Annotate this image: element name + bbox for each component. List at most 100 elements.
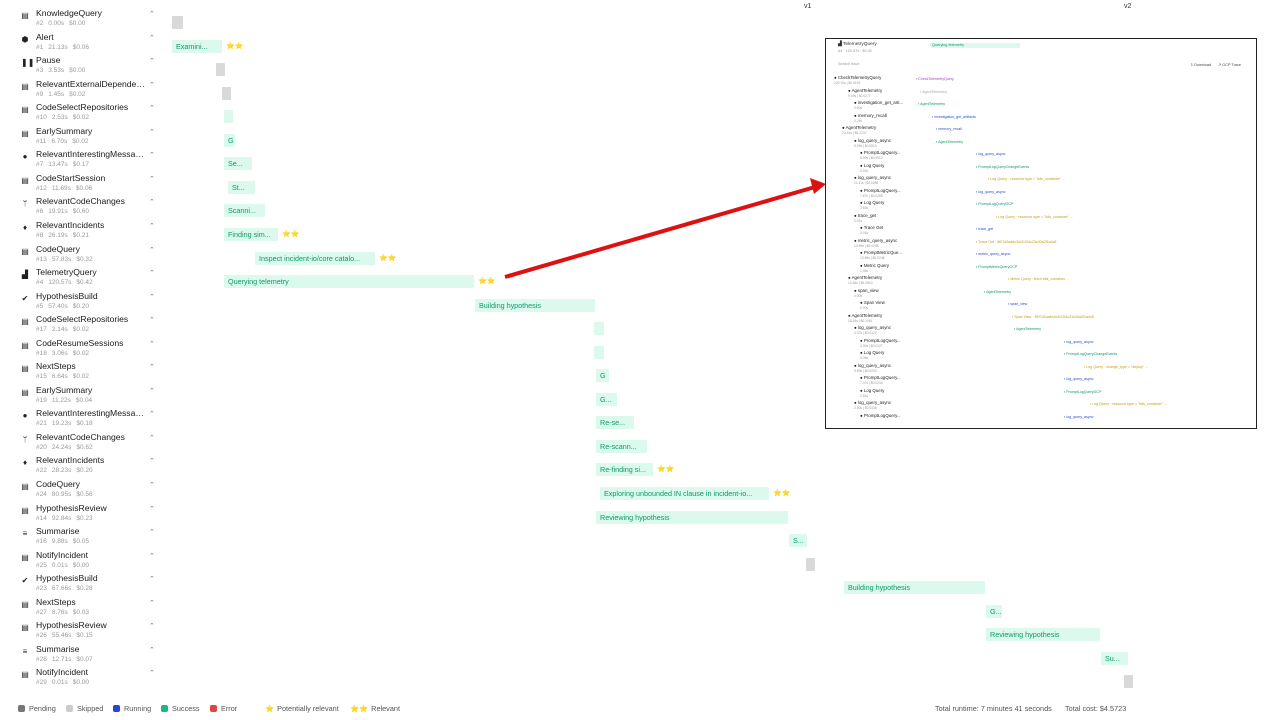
step-row[interactable]: ▤ NextSteps #27 8.76s $0.03 ⌃: [0, 597, 165, 621]
step-row[interactable]: ▤ EarlySummary #19 11.22s $0.04 ⌃: [0, 385, 165, 409]
expand-toggle-icon[interactable]: ⌃: [149, 129, 155, 137]
trace-span[interactable]: ▪ memory_recall: [936, 127, 962, 132]
trace-span[interactable]: ▪ span_view: [1008, 302, 1027, 307]
step-row[interactable]: ▤ HypothesisReview #14 92.84s $0.23 ⌃: [0, 503, 165, 527]
trace-span[interactable]: ▪ AgentTelemetry: [920, 90, 947, 95]
expand-toggle-icon[interactable]: ⌃: [149, 105, 155, 113]
expand-toggle-icon[interactable]: ⌃: [149, 576, 155, 584]
trace-span[interactable]: ▪ log_query_async: [1064, 340, 1093, 345]
timeline-bar[interactable]: Se...: [224, 157, 252, 171]
timeline-bar[interactable]: Exploring unbounded IN clause in inciden…: [600, 487, 769, 500]
step-row[interactable]: ▤ NotifyIncident #25 0.01s $0.00 ⌃: [0, 550, 165, 574]
step-row[interactable]: ▤ NextSteps #15 6.64s $0.02 ⌃: [0, 361, 165, 385]
trace-tree-node[interactable]: ● Log Query 3.63s: [860, 200, 884, 210]
trace-span[interactable]: ▪ AgentTelemetry: [936, 140, 963, 145]
expand-toggle-icon[interactable]: ⌃: [149, 82, 155, 90]
trace-tree-node[interactable]: ● PromptLogQuery... 7.37s | $0.0234: [860, 375, 901, 385]
trace-tree-node[interactable]: ● PromptMetricQue... 13.69s | $0.0248: [860, 250, 902, 260]
step-row[interactable]: ● RelevantInterestingMessages #7 13.47s $0.1…: [0, 149, 165, 173]
step-row[interactable]: ▤ EarlySummary #11 6.70s $0.02 ⌃: [0, 126, 165, 150]
trace-span[interactable]: ▪ Log Query · resource.type = "k8s_conta…: [996, 215, 1073, 220]
trace-span[interactable]: ▪ metric_query_async: [976, 252, 1010, 257]
trace-span[interactable]: ▪ log_query_async: [976, 152, 1005, 157]
trace-span[interactable]: ▪ Log Query · change_type = "deploy" ...: [1084, 365, 1148, 370]
trace-span[interactable]: ▪ PromptLogQueryGCP: [1064, 390, 1101, 395]
timeline-bar[interactable]: Building hypothesis: [844, 581, 985, 595]
trace-span[interactable]: ▪ PromptMetricQueryGCP: [976, 265, 1017, 270]
trace-tree-node[interactable]: ● log_query_async 4.37s | $0.0127: [854, 325, 891, 335]
timeline-bar[interactable]: G...: [596, 392, 617, 406]
step-row[interactable]: ▤ CodeResumeSessions #18 3.06s $0.02 ⌃: [0, 338, 165, 362]
trace-tree-node[interactable]: ● trace_get 0.01s: [854, 213, 876, 223]
trace-tab[interactable]: Querying telemetry: [930, 43, 1020, 48]
step-row[interactable]: ✔ HypothesisBuild #23 67.66s $0.28 ⌃: [0, 573, 165, 597]
step-row[interactable]: ▤ CodeSelectRepositories #17 2.14s $0.02 ⌃: [0, 314, 165, 338]
step-row[interactable]: ● RelevantInterestingMessages #21 19.23s $0.…: [0, 408, 165, 432]
expand-toggle-icon[interactable]: ⌃: [149, 553, 155, 561]
trace-tree-node[interactable]: ● CheckTelemetryQuery 120.10s | $0.4193: [834, 75, 881, 85]
expand-toggle-icon[interactable]: ⌃: [149, 223, 155, 231]
timeline-bar[interactable]: [224, 110, 233, 124]
trace-span[interactable]: ▪ Log Query · resource.type = "k8s_conta…: [988, 177, 1065, 182]
step-row[interactable]: ▤ CodeSelectRepositories #10 2.53s $0.02 ⌃: [0, 102, 165, 126]
trace-span[interactable]: ▪ trace_get: [976, 227, 993, 232]
timeline-bar[interactable]: [222, 86, 231, 100]
trace-tree-node[interactable]: ● PromptLogQuery... 4.30s | $0.0127: [860, 338, 901, 348]
trace-span[interactable]: ▪ CheckTelemetryQuery: [916, 77, 954, 82]
timeline-bar[interactable]: Finding sim...: [224, 227, 278, 241]
trace-tree-node[interactable]: ● AgentTelemetry 10.48s | $0.0510: [848, 275, 882, 285]
trace-span[interactable]: ▪ AgentTelemetry: [918, 102, 945, 107]
trace-tree-node[interactable]: ● log_query_async 2.90s | $0.0108: [854, 400, 891, 410]
expand-toggle-icon[interactable]: ⌃: [149, 388, 155, 396]
trace-span[interactable]: ▪ AgentTelemetry: [984, 290, 1011, 295]
trace-span[interactable]: ▪ PromptLogQueryChangeEvents: [976, 165, 1029, 170]
expand-toggle-icon[interactable]: ⌃: [149, 506, 155, 514]
step-row[interactable]: ▟ TelemetryQuery #4 120.57s $0.42 ⌃: [0, 267, 165, 291]
trace-span[interactable]: ▪ Log Query · resource.type = "k8s_conta…: [1090, 402, 1167, 407]
trace-span[interactable]: ▪ PromptLogQueryGCP: [976, 202, 1013, 207]
step-row[interactable]: ▤ NotifyIncident #29 0.01s $0.00 ⌃: [0, 667, 165, 691]
trace-span[interactable]: ▪ AgentTelemetry: [1014, 327, 1041, 332]
expand-toggle-icon[interactable]: ⌃: [149, 341, 155, 349]
timeline-bar[interactable]: [216, 63, 225, 77]
step-row[interactable]: ▤ KnowledgeQuery #2 0.00s $0.00 ⌃: [0, 8, 165, 32]
expand-toggle-icon[interactable]: ⌃: [149, 364, 155, 372]
timeline-bar[interactable]: Building hypothesis: [475, 298, 595, 312]
timeline-bar[interactable]: G...: [986, 604, 1002, 618]
step-row[interactable]: ᛘ RelevantCodeChanges #20 24.24s $0.62 ⌃: [0, 432, 165, 456]
timeline-bar[interactable]: S...: [789, 534, 807, 548]
step-row[interactable]: ▤ RelevantExternalDependencies #9 1.45s $0.0…: [0, 79, 165, 103]
expand-toggle-icon[interactable]: ⌃: [149, 152, 155, 160]
trace-tree-node[interactable]: ● AgentTelemetry 23.44s | $0.1237: [842, 125, 876, 135]
trace-tree-node[interactable]: ● log_query_async 9.89s | $0.0234: [854, 363, 891, 373]
step-row[interactable]: ❚❚ Pause #3 3.53s $0.00 ⌃: [0, 55, 165, 79]
trace-span[interactable]: ▪ log_query_async: [1064, 415, 1093, 420]
trace-tree-node[interactable]: ● Metric Query 1.04s: [860, 263, 889, 273]
timeline-bar[interactable]: Scanni...: [224, 204, 265, 218]
timeline-bar[interactable]: Reviewing hypothesis: [596, 510, 788, 524]
trace-tree-node[interactable]: ● memory_recall 0.24s: [854, 113, 887, 123]
step-row[interactable]: ▤ CodeQuery #13 57.83s $0.32 ⌃: [0, 244, 165, 268]
expand-toggle-icon[interactable]: ⌃: [149, 458, 155, 466]
trace-tree-node[interactable]: ● Span View 0.00s: [860, 300, 885, 310]
download-button[interactable]: ⇩ Download: [1190, 62, 1211, 67]
timeline-bar[interactable]: [172, 16, 183, 29]
expand-toggle-icon[interactable]: ⌃: [149, 670, 155, 678]
timeline-bar[interactable]: [594, 322, 604, 336]
expand-toggle-icon[interactable]: ⌃: [149, 411, 155, 419]
step-row[interactable]: ✔ HypothesisBuild #5 57.40s $0.20 ⌃: [0, 291, 165, 315]
timeline-bar[interactable]: Examini...: [172, 39, 222, 53]
expand-toggle-icon[interactable]: ⌃: [149, 529, 155, 537]
expand-toggle-icon[interactable]: ⌃: [149, 247, 155, 255]
expand-toggle-icon[interactable]: ⌃: [149, 35, 155, 43]
trace-tree-node[interactable]: ● AgentTelemetry 9.09s | $0.0277: [848, 88, 882, 98]
step-row[interactable]: ♦ RelevantIncidents #22 28.23s $0.20 ⌃: [0, 455, 165, 479]
timeline-bar[interactable]: G: [596, 369, 609, 383]
expand-toggle-icon[interactable]: ⌃: [149, 11, 155, 19]
step-row[interactable]: ♦ RelevantIncidents #8 26.19s $0.21 ⌃: [0, 220, 165, 244]
trace-search-input[interactable]: Search trace: [838, 62, 860, 66]
timeline-bar[interactable]: [806, 557, 815, 571]
trace-tree-node[interactable]: ● investigation_get_arti... 0.00s: [854, 100, 903, 110]
step-row[interactable]: ᛘ RelevantCodeChanges #6 19.91s $0.60 ⌃: [0, 196, 165, 220]
trace-tree-node[interactable]: ● PromptLogQuery... 7.67s | $0.0285: [860, 188, 901, 198]
